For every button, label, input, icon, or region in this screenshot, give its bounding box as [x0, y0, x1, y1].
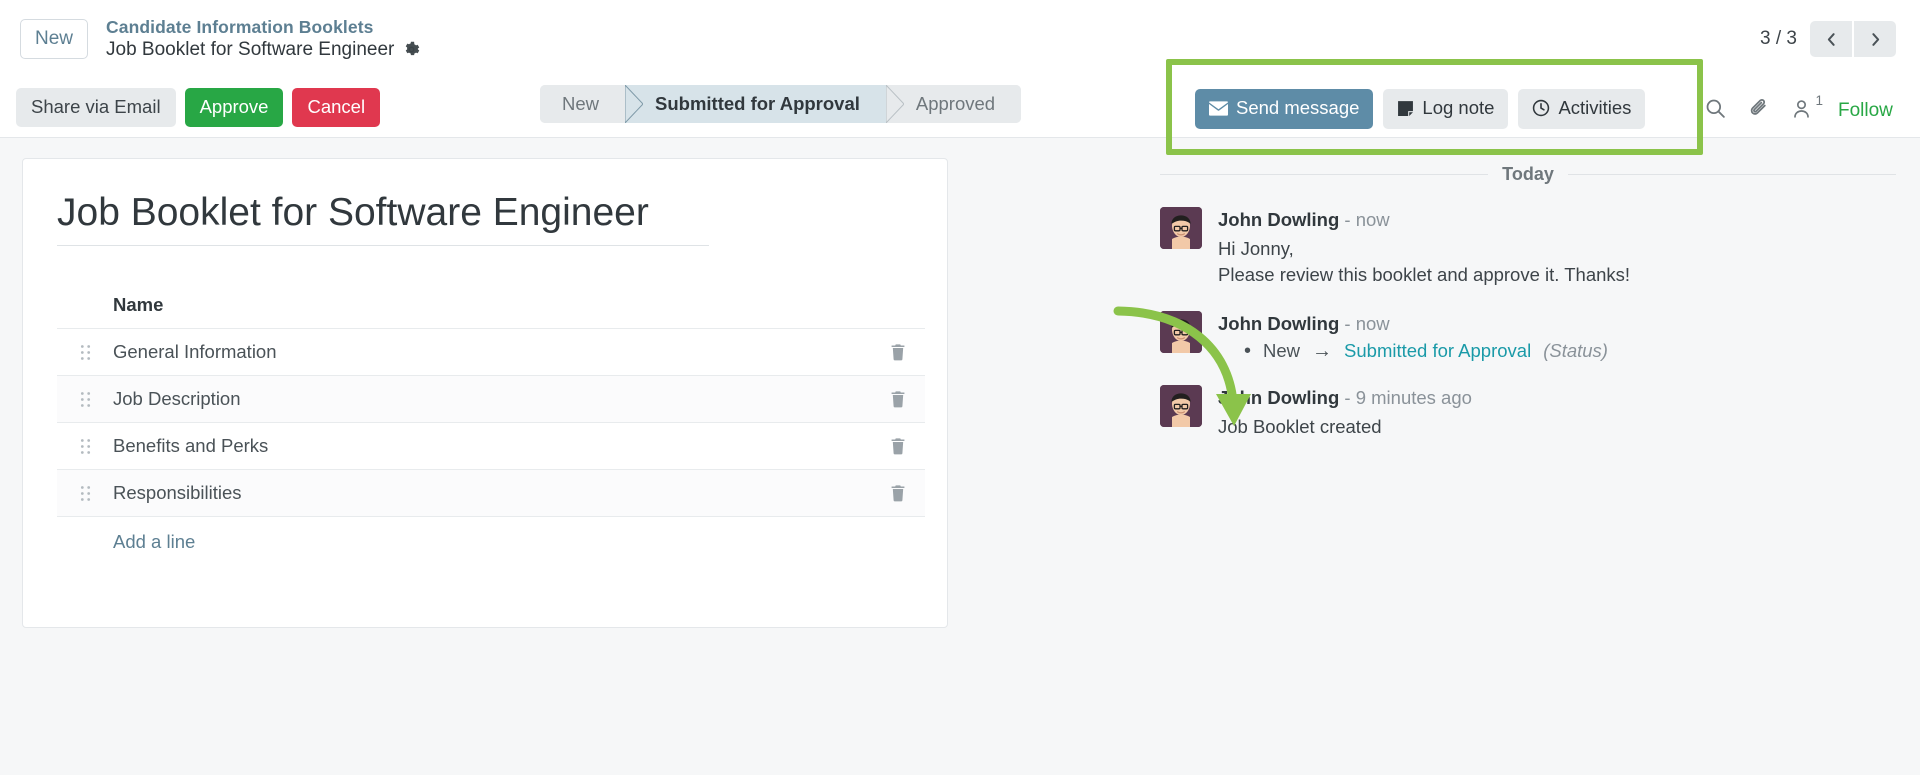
trash-icon — [889, 390, 907, 408]
row-name: Benefits and Perks — [113, 435, 269, 456]
message-item: John Dowling - now Hi Jonny, Please revi… — [1160, 207, 1896, 289]
send-message-label: Send message — [1236, 97, 1360, 118]
envelope-icon — [1209, 101, 1228, 116]
add-a-line-button[interactable]: Add a line — [57, 517, 195, 553]
message-body-line: Hi Jonny, — [1218, 238, 1294, 260]
activities-label: Activities — [1558, 97, 1632, 118]
followers-count: 1 — [1815, 93, 1823, 108]
message-body-line: Job Booklet created — [1218, 415, 1382, 437]
log-note-button[interactable]: Log note — [1383, 89, 1509, 129]
delete-row-button[interactable] — [871, 484, 925, 502]
day-separator-label: Today — [1502, 164, 1554, 184]
status-stage-approved[interactable]: Approved — [885, 85, 1022, 123]
new-record-button[interactable]: New — [20, 19, 89, 59]
pager-previous-button[interactable] — [1810, 21, 1852, 57]
day-separator: Today — [1160, 164, 1897, 185]
breadcrumb: Candidate Information Booklets Job Bookl… — [106, 17, 420, 61]
pager-count: 3 / 3 — [1760, 28, 1797, 49]
tracking-value-row: • New → Submitted for Approval (Status) — [1218, 340, 1608, 363]
drag-handle-icon[interactable] — [57, 438, 113, 455]
form-pane: Job Booklet for Software Engineer Name G… — [0, 138, 1160, 775]
record-pager: 3 / 3 — [1760, 21, 1896, 57]
stage-chevron-icon — [885, 85, 904, 123]
stage-chevron-icon — [625, 85, 644, 123]
message-header: John Dowling - now — [1218, 312, 1608, 336]
arrow-right-icon: → — [1312, 339, 1333, 362]
breadcrumb-current-record: Job Booklet for Software Engineer — [106, 38, 395, 60]
drag-handle-icon[interactable] — [57, 344, 113, 361]
status-stage-label: Submitted for Approval — [655, 93, 860, 114]
form-sheet: Job Booklet for Software Engineer Name G… — [22, 158, 948, 628]
share-via-email-button[interactable]: Share via Email — [16, 87, 176, 128]
record-title[interactable]: Job Booklet for Software Engineer — [57, 189, 709, 246]
paperclip-icon[interactable] — [1748, 98, 1769, 119]
message-body-line: Please review this booklet and approve i… — [1218, 264, 1631, 286]
message-item: John Dowling - now • New → Submitted for… — [1160, 310, 1896, 363]
separator-line — [1160, 174, 1489, 175]
delete-row-button[interactable] — [871, 390, 925, 408]
table-row[interactable]: General Information — [57, 329, 925, 376]
booklet-sections-list: Name General Information Job Description… — [57, 294, 925, 553]
avatar — [1160, 310, 1202, 353]
control-panel: Share via Email Approve Cancel New Submi… — [0, 59, 1920, 155]
message-author: John Dowling — [1218, 386, 1340, 408]
clock-icon — [1532, 99, 1550, 117]
trash-icon — [889, 343, 907, 361]
activities-button[interactable]: Activities — [1518, 89, 1646, 129]
search-icon[interactable] — [1705, 98, 1726, 119]
message-header: John Dowling - 9 minutes ago — [1218, 386, 1472, 410]
message-author: John Dowling — [1218, 312, 1340, 334]
message-author: John Dowling — [1218, 209, 1340, 230]
message-item: John Dowling - 9 minutes ago Job Booklet… — [1160, 384, 1896, 440]
status-bar: New Submitted for Approval Approved — [540, 85, 1022, 123]
row-name: Responsibilities — [113, 482, 242, 503]
follow-button[interactable]: Follow — [1838, 100, 1893, 122]
status-stage-label: New — [562, 93, 600, 114]
trash-icon — [889, 484, 907, 502]
chevron-right-icon — [1867, 31, 1884, 48]
message-timestamp: - now — [1344, 312, 1390, 334]
approve-button[interactable]: Approve — [184, 87, 284, 128]
log-note-label: Log note — [1422, 97, 1495, 118]
table-row[interactable]: Responsibilities — [57, 470, 925, 517]
separator-line — [1567, 174, 1897, 175]
drag-handle-icon[interactable] — [57, 485, 113, 502]
chevron-left-icon — [1823, 31, 1840, 48]
top-breadcrumb-bar: New Candidate Information Booklets Job B… — [0, 0, 1920, 78]
bullet-icon: • — [1244, 340, 1252, 363]
row-name: Job Description — [113, 388, 241, 409]
tracking-old-value: New — [1263, 340, 1301, 362]
delete-row-button[interactable] — [871, 437, 925, 455]
status-stage-label: Approved — [915, 93, 996, 114]
tracking-new-value: Submitted for Approval — [1344, 340, 1532, 362]
tracking-field-label: (Status) — [1543, 340, 1608, 362]
message-timestamp: - 9 minutes ago — [1344, 386, 1472, 408]
main-content: Job Booklet for Software Engineer Name G… — [0, 138, 1920, 775]
message-header: John Dowling - now — [1218, 208, 1630, 232]
followers-icon[interactable]: 1 — [1791, 93, 1823, 119]
sticky-note-icon — [1397, 100, 1414, 117]
row-name: General Information — [113, 341, 277, 362]
chatter-tool-icons: 1 — [1705, 93, 1823, 119]
table-row[interactable]: Benefits and Perks — [57, 423, 925, 470]
table-row[interactable]: Job Description — [57, 376, 925, 423]
trash-icon — [889, 437, 907, 455]
avatar — [1160, 384, 1202, 427]
status-stage-new[interactable]: New — [540, 85, 644, 123]
status-stage-submitted-for-approval[interactable]: Submitted for Approval — [625, 85, 904, 123]
list-column-header-name: Name — [57, 294, 925, 329]
send-message-button[interactable]: Send message — [1195, 89, 1374, 129]
breadcrumb-parent-link[interactable]: Candidate Information Booklets — [106, 17, 420, 38]
pager-next-button[interactable] — [1854, 21, 1896, 57]
delete-row-button[interactable] — [871, 343, 925, 361]
avatar — [1160, 207, 1202, 249]
cancel-button[interactable]: Cancel — [292, 87, 381, 128]
message-timestamp: - now — [1344, 209, 1390, 230]
chatter-action-buttons: Send message Log note Activities — [1195, 89, 1646, 129]
chatter-thread: Today John Dowling - now Hi Jonny, Pleas… — [1160, 138, 1920, 775]
gear-icon[interactable] — [403, 41, 420, 58]
drag-handle-icon[interactable] — [57, 391, 113, 408]
